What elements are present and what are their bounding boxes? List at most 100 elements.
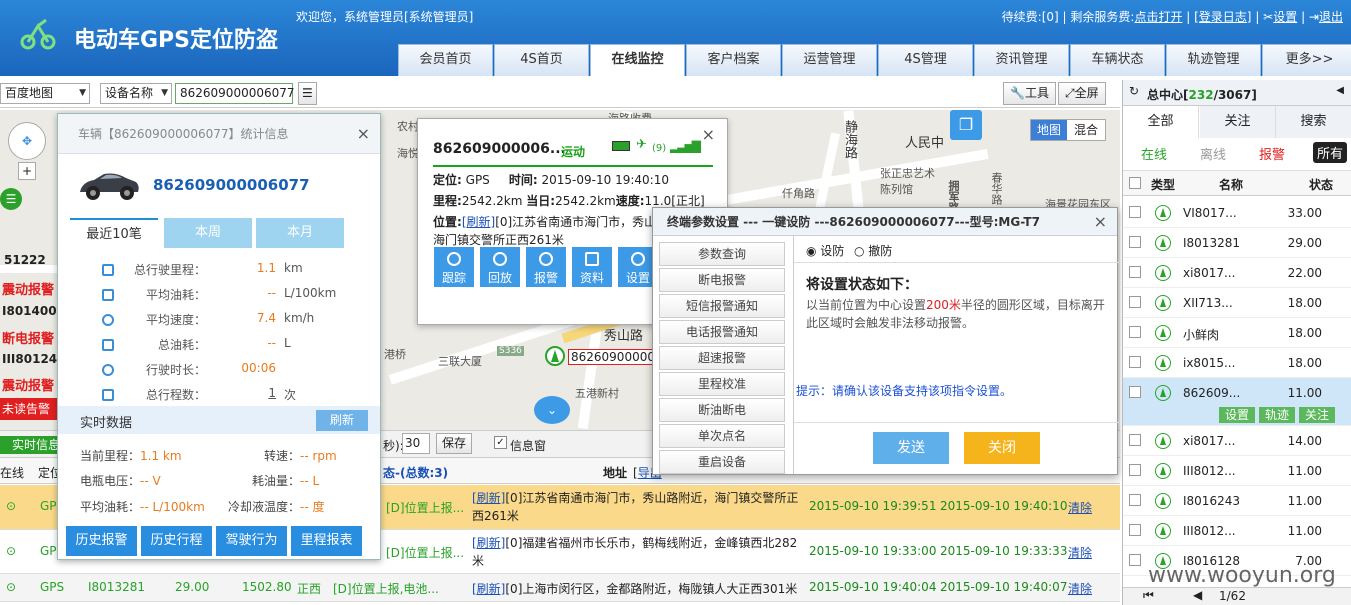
menu-cut-oil[interactable]: 断油断电 (659, 398, 785, 422)
nav-tab-4s-home[interactable]: 4S首页 (494, 44, 589, 76)
row-checkbox[interactable] (1129, 206, 1141, 218)
tab-this-month[interactable]: 本月 (256, 218, 344, 248)
vehicle-row[interactable]: XII713... 18.00 (1123, 288, 1351, 318)
chevron-down-icon[interactable]: ⌄ (534, 396, 570, 424)
close-icon[interactable]: × (1094, 212, 1107, 231)
menu-single-call[interactable]: 单次点名 (659, 424, 785, 448)
send-button[interactable]: 发送 (873, 432, 949, 464)
strip-item[interactable]: I8014008 (2, 304, 65, 318)
nav-tab-news[interactable]: 资讯管理 (974, 44, 1069, 76)
msgwin-checkbox[interactable]: ✓ (494, 436, 507, 449)
nav-tab-customers[interactable]: 客户档案 (686, 44, 781, 76)
strip-item[interactable]: 震动报警 (2, 279, 54, 298)
vehicle-row[interactable]: xi8017... 22.00 (1123, 258, 1351, 288)
row-checkbox[interactable] (1129, 554, 1141, 566)
filter-all[interactable]: 所有 (1313, 142, 1348, 163)
vehicle-row[interactable]: VI8017... 33.00 (1123, 198, 1351, 228)
refresh-button[interactable]: 刷新 (316, 410, 368, 431)
nav-tab-online-monitor[interactable]: 在线监控 (590, 44, 685, 76)
tab-search[interactable]: 搜索 (1276, 106, 1351, 138)
list-toggle-icon[interactable]: ☰ (0, 188, 22, 210)
tab-all[interactable]: 全部 (1123, 106, 1199, 138)
row-checkbox[interactable] (1129, 326, 1141, 338)
map-mode-button[interactable]: 地图 (1031, 120, 1067, 140)
row-checkbox[interactable] (1129, 524, 1141, 536)
history-trip-button[interactable]: 历史行程 (141, 526, 212, 556)
row-checkbox[interactable] (1129, 356, 1141, 368)
row-checkbox[interactable] (1129, 464, 1141, 476)
zoom-in-button[interactable]: + (18, 162, 36, 180)
row-checkbox[interactable] (1129, 494, 1141, 506)
row-settings-button[interactable]: 设置 (1219, 407, 1255, 423)
nav-tab-track[interactable]: 轨迹管理 (1166, 44, 1261, 76)
row-checkbox[interactable] (1129, 236, 1141, 248)
list-icon[interactable]: ☰ (298, 82, 317, 105)
row-checkbox[interactable] (1129, 386, 1141, 398)
row-checkbox[interactable] (1129, 296, 1141, 308)
menu-sms-alarm[interactable]: 短信报警通知 (659, 294, 785, 318)
nav-tab-vehicle-status[interactable]: 车辆状态 (1070, 44, 1165, 76)
vehicle-row[interactable]: III8012... 11.00 (1123, 456, 1351, 486)
unread-alarm-tab[interactable]: 未读告警 (0, 398, 60, 420)
arm-radio[interactable]: ◉ 设防 (806, 242, 844, 259)
strip-item[interactable]: 断电报警 (2, 328, 54, 347)
vehicle-marker-icon[interactable] (545, 346, 565, 366)
menu-param-query[interactable]: 参数查询 (659, 242, 785, 266)
menu-power-alarm[interactable]: 断电报警 (659, 268, 785, 292)
strip-item[interactable]: 震动报警 (2, 375, 54, 394)
vehicle-row[interactable]: III8012... 11.00 (1123, 516, 1351, 546)
clear-link[interactable]: 清除 (1068, 499, 1092, 516)
vehicle-row[interactable]: I8013281 29.00 (1123, 228, 1351, 258)
disarm-radio[interactable]: ○ 撤防 (854, 242, 892, 259)
refresh-link[interactable]: [刷新] (472, 582, 505, 596)
replay-button[interactable]: 回放 (480, 247, 520, 287)
filter-alarm[interactable]: 报警 (1259, 144, 1285, 163)
search-field-select[interactable]: 设备名称 ▼ (100, 83, 172, 104)
tab-follow[interactable]: 关注 (1200, 106, 1276, 138)
save-button[interactable]: 保存 (436, 433, 472, 454)
tab-this-week[interactable]: 本周 (164, 218, 252, 248)
clear-link[interactable]: 清除 (1068, 580, 1092, 597)
menu-restart[interactable]: 重启设备 (659, 450, 785, 474)
layers-icon[interactable]: ❐ (950, 110, 982, 140)
refresh-interval-input[interactable]: 30 (402, 433, 430, 454)
refresh-icon[interactable]: ↻ (1129, 84, 1139, 98)
click-open-link[interactable]: 点击打开 (1134, 10, 1182, 24)
select-all-checkbox[interactable] (1129, 177, 1141, 189)
strip-item[interactable]: 51222 (4, 253, 46, 267)
settings-link[interactable]: 设置 (1273, 10, 1297, 24)
filter-online[interactable]: 在线 (1141, 144, 1167, 163)
mileage-report-button[interactable]: 里程报表 (291, 526, 362, 556)
login-log-link[interactable]: [登录日志] (1194, 10, 1251, 24)
fullscreen-button[interactable]: ⤢全屏 (1058, 82, 1106, 105)
first-page-icon[interactable]: ⏮ (1143, 588, 1154, 603)
map-type-select[interactable]: 百度地图 ▼ (0, 83, 90, 104)
close-icon[interactable]: × (702, 125, 715, 144)
history-alarm-button[interactable]: 历史报警 (66, 526, 137, 556)
nav-tab-member-home[interactable]: 会员首页 (398, 44, 493, 76)
refresh-link[interactable]: [刷新] (462, 215, 495, 229)
nav-tab-4s-manage[interactable]: 4S管理 (878, 44, 973, 76)
tab-recent-10[interactable]: 最近10笔 (70, 218, 158, 248)
vehicle-row[interactable]: 小鲜肉 18.00 (1123, 318, 1351, 348)
nav-tab-more[interactable]: 更多>> (1262, 44, 1351, 76)
menu-phone-alarm[interactable]: 电话报警通知 (659, 320, 785, 344)
prev-page-icon[interactable]: ◀ (1193, 588, 1202, 602)
profile-button[interactable]: 资料 (572, 247, 612, 287)
driving-behavior-button[interactable]: 驾驶行为 (216, 526, 287, 556)
row-track-button[interactable]: 轨迹 (1259, 407, 1295, 423)
track-button[interactable]: 跟踪 (434, 247, 474, 287)
vehicle-row[interactable]: 862609... 11.00 设置 轨迹 关注 (1123, 378, 1351, 426)
filter-offline[interactable]: 离线 (1200, 144, 1226, 163)
clear-link[interactable]: 清除 (1068, 544, 1092, 561)
refresh-link[interactable]: [刷新] (472, 491, 505, 505)
menu-overspeed[interactable]: 超速报警 (659, 346, 785, 370)
vehicle-row[interactable]: I8016243 11.00 (1123, 486, 1351, 516)
vehicle-row[interactable]: xi8017... 14.00 (1123, 426, 1351, 456)
collapse-icon[interactable]: ◀ (1336, 85, 1344, 96)
close-button[interactable]: 关闭 (964, 432, 1040, 464)
row-checkbox[interactable] (1129, 434, 1141, 446)
table-row[interactable]: ⊙ GPS I8013281 29.00 1502.80 正西 [D]位置上报,… (0, 574, 1120, 602)
alarm-button[interactable]: 报警 (526, 247, 566, 287)
nav-tab-operations[interactable]: 运营管理 (782, 44, 877, 76)
